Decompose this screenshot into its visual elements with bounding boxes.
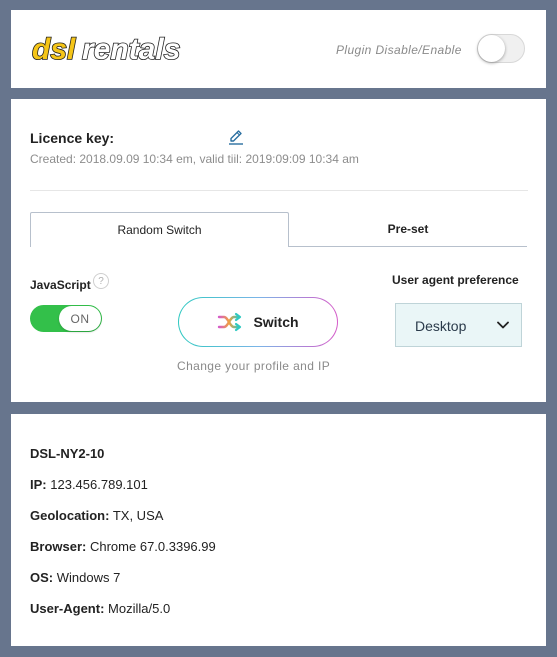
help-icon[interactable]: ? [93,273,109,289]
user-agent-label: User agent preference [392,273,519,287]
main-panel: Licence key: Created: 2018.09.09 10:34 e… [11,99,546,402]
header-panel: dsl rentals Plugin Disable/Enable [11,10,546,88]
tab-label: Random Switch [117,223,202,237]
tab-random-switch[interactable]: Random Switch [30,212,289,247]
licence-validity-text: Created: 2018.09.09 10:34 em, valid tiil… [30,152,359,166]
user-agent-selected-value: Desktop [415,318,467,334]
info-key: User-Agent: [30,601,105,616]
toggle-state-label: ON [59,306,101,331]
divider [30,190,528,191]
tab-label: Pre-set [387,222,429,236]
connection-info-panel: DSL-NY2-10 IP: 123.456.789.101 Geolocati… [11,414,546,646]
info-value: Mozilla/5.0 [108,601,171,616]
chevron-down-icon [497,321,509,329]
plugin-enable-toggle[interactable] [477,34,525,63]
info-key: IP: [30,477,47,492]
info-row-geolocation: Geolocation: TX, USA [30,508,163,523]
proxy-name: DSL-NY2-10 [30,446,105,461]
svg-text:rentals: rentals [82,33,180,66]
toggle-knob [478,35,505,62]
info-value: Windows 7 [56,570,121,585]
info-row-browser: Browser: Chrome 67.0.3396.99 [30,539,216,554]
info-key: OS: [30,570,54,585]
info-key: Geolocation: [30,508,110,523]
switch-button[interactable]: Switch [178,297,338,347]
info-row-user-agent: User-Agent: Mozilla/5.0 [30,601,170,616]
switch-caption: Change your profile and IP [177,359,331,373]
info-value: TX, USA [112,508,164,523]
javascript-toggle[interactable]: ON [30,305,102,332]
javascript-label: JavaScript [30,278,91,292]
dslrentals-logo: dsl rentals [31,32,181,66]
svg-text:dsl: dsl [32,33,76,66]
licence-key-label: Licence key: [30,130,115,146]
plugin-toggle-label: Plugin Disable/Enable [336,43,462,57]
info-row-os: OS: Windows 7 [30,570,120,585]
info-row-ip: IP: 123.456.789.101 [30,477,148,492]
tab-pre-set[interactable]: Pre-set [289,212,527,247]
info-value: Chrome 67.0.3396.99 [89,539,216,554]
info-value: 123.456.789.101 [50,477,148,492]
edit-pencil-icon[interactable] [227,128,245,146]
switch-button-label: Switch [253,314,299,330]
user-agent-select[interactable]: Desktop [395,303,522,347]
shuffle-icon [218,312,242,332]
info-key: Browser: [30,539,87,554]
